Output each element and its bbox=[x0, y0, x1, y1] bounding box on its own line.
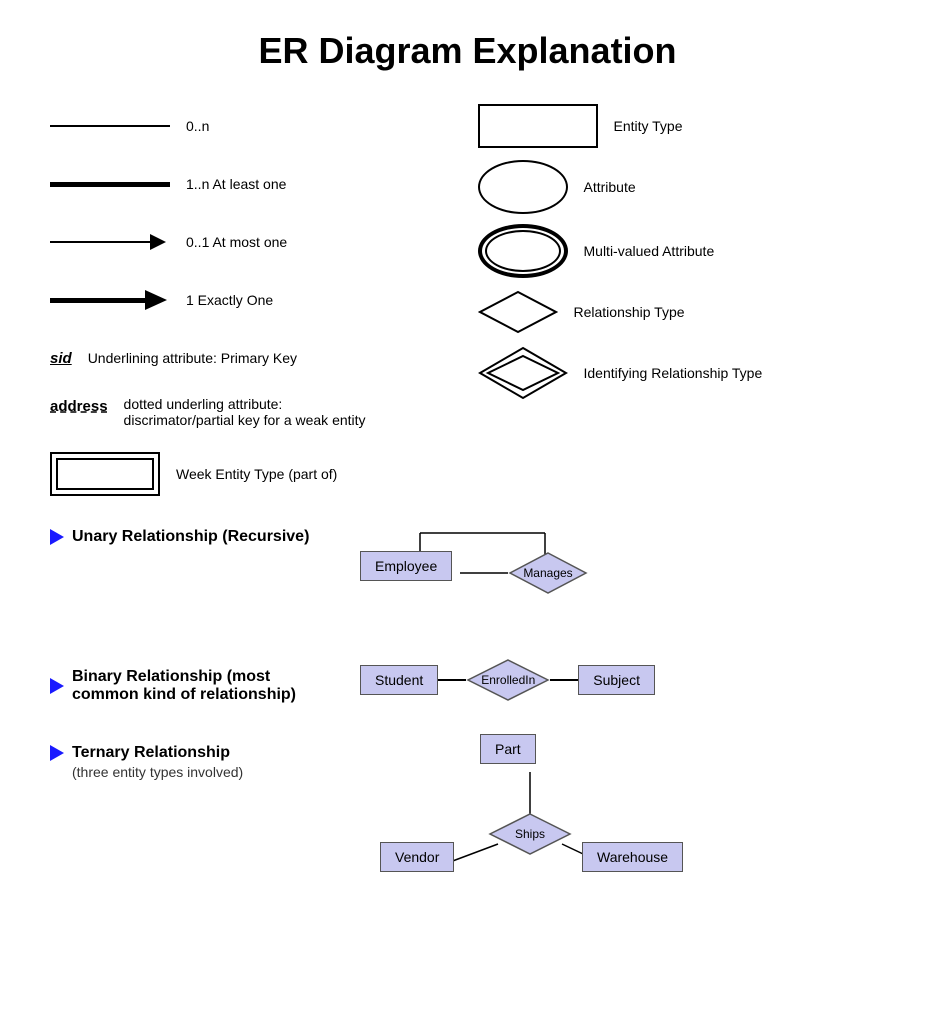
ternary-title: Ternary Relationship bbox=[50, 744, 330, 762]
unary-employee-entity: Employee bbox=[360, 551, 452, 581]
legend-row-weak-entity: Week Entity Type (part of) bbox=[50, 450, 458, 498]
legend-row-one-n: 1..n At least one bbox=[50, 160, 458, 208]
enrolledin-label: EnrolledIn bbox=[481, 673, 535, 687]
attribute-label: Attribute bbox=[584, 179, 636, 195]
unary-title: Unary Relationship (Recursive) bbox=[50, 528, 330, 546]
manages-label: Manages bbox=[523, 566, 572, 580]
entity-type-label: Entity Type bbox=[614, 118, 683, 134]
legend-left: 0..n 1..n At least one 0..1 At most one … bbox=[40, 102, 468, 498]
address-symbol: address bbox=[50, 398, 108, 415]
vendor-node: Vendor bbox=[380, 842, 454, 872]
ternary-ships-diamond: Ships bbox=[488, 812, 572, 861]
ternary-vendor-entity: Vendor bbox=[380, 842, 454, 872]
binary-label: Binary Relationship (most common kind of… bbox=[50, 658, 330, 704]
manages-diamond: Manages bbox=[508, 551, 588, 595]
ternary-warehouse-entity: Warehouse bbox=[582, 842, 683, 872]
ships-diamond: Ships bbox=[488, 812, 572, 856]
address-label-2: discrimator/partial key for a weak entit… bbox=[124, 412, 366, 428]
unary-title-text: Unary Relationship (Recursive) bbox=[72, 528, 309, 546]
sid-symbol: sid bbox=[50, 350, 72, 367]
thin-line-symbol bbox=[50, 125, 170, 127]
student-node: Student bbox=[360, 665, 438, 695]
exactly-one-label: 1 Exactly One bbox=[186, 292, 273, 308]
line-part bbox=[50, 241, 150, 243]
thick-arrow-symbol bbox=[50, 290, 170, 310]
ternary-subtitle: (three entity types involved) bbox=[72, 764, 330, 780]
binary-line-2 bbox=[550, 679, 578, 681]
ternary-diagram: Part Vendor Ships Warehouse bbox=[360, 734, 680, 914]
weak-entity-label: Week Entity Type (part of) bbox=[176, 466, 337, 482]
legend-row-address: address dotted underling attribute: disc… bbox=[50, 392, 458, 440]
weak-entity-symbol bbox=[50, 452, 160, 496]
bullet-triangle-binary-icon bbox=[50, 678, 64, 694]
legend-row-entity-type: Entity Type bbox=[478, 102, 886, 150]
multivalued-symbol bbox=[478, 224, 568, 278]
bullet-triangle-icon bbox=[50, 529, 64, 545]
ships-label: Ships bbox=[515, 827, 545, 841]
arrow-head bbox=[150, 234, 166, 250]
binary-diagram-row: Binary Relationship (most common kind of… bbox=[50, 658, 885, 704]
legend-row-zero-n: 0..n bbox=[50, 102, 458, 150]
legend-row-sid: sid Underlining attribute: Primary Key bbox=[50, 334, 458, 382]
legend-right: Entity Type Attribute Multi-valued Attri… bbox=[468, 102, 896, 498]
identifying-rel-label: Identifying Relationship Type bbox=[584, 365, 763, 381]
unary-label: Unary Relationship (Recursive) bbox=[50, 518, 330, 546]
zero-n-label: 0..n bbox=[186, 118, 209, 134]
legend-section: 0..n 1..n At least one 0..1 At most one … bbox=[40, 102, 895, 498]
ternary-title-text: Ternary Relationship bbox=[72, 744, 230, 762]
legend-row-relationship: Relationship Type bbox=[478, 288, 886, 336]
ternary-label: Ternary Relationship (three entity types… bbox=[50, 734, 330, 780]
warehouse-node: Warehouse bbox=[582, 842, 683, 872]
sid-label: Underlining attribute: Primary Key bbox=[88, 350, 297, 366]
legend-row-zero-one: 0..1 At most one bbox=[50, 218, 458, 266]
legend-row-exactly-one: 1 Exactly One bbox=[50, 276, 458, 324]
address-label-block: dotted underling attribute: discrimator/… bbox=[124, 396, 366, 428]
identifying-rel-symbol bbox=[478, 346, 568, 400]
line-part-thick bbox=[50, 298, 145, 303]
bullet-triangle-ternary-icon bbox=[50, 745, 64, 761]
one-n-label: 1..n At least one bbox=[186, 176, 286, 192]
subject-node: Subject bbox=[578, 665, 655, 695]
arrow-head-thick bbox=[145, 290, 167, 310]
ternary-part-entity: Part bbox=[480, 734, 536, 764]
ternary-diagram-row: Ternary Relationship (three entity types… bbox=[50, 734, 885, 914]
legend-row-identifying-rel: Identifying Relationship Type bbox=[478, 346, 886, 400]
attribute-symbol bbox=[478, 160, 568, 214]
legend-row-attribute: Attribute bbox=[478, 160, 886, 214]
zero-one-label: 0..1 At most one bbox=[186, 234, 287, 250]
thin-arrow-symbol bbox=[50, 234, 170, 250]
enrolledin-diamond: EnrolledIn bbox=[466, 658, 550, 702]
entity-type-symbol bbox=[478, 104, 598, 148]
page-title: ER Diagram Explanation bbox=[40, 20, 895, 72]
unary-manages-diamond: Manages bbox=[508, 551, 588, 600]
unary-diagram-row: Unary Relationship (Recursive) Employee bbox=[50, 518, 885, 628]
multivalued-label: Multi-valued Attribute bbox=[584, 243, 715, 259]
thick-line-symbol bbox=[50, 182, 170, 187]
binary-diagram: Student EnrolledIn Subject bbox=[360, 658, 655, 702]
binary-title: Binary Relationship (most common kind of… bbox=[50, 668, 330, 704]
unary-diagram: Employee Manages bbox=[360, 518, 620, 628]
binary-title-text: Binary Relationship (most common kind of… bbox=[72, 668, 330, 704]
legend-row-multivalued: Multi-valued Attribute bbox=[478, 224, 886, 278]
diagrams-section: Unary Relationship (Recursive) Employee bbox=[40, 518, 895, 914]
relationship-label: Relationship Type bbox=[574, 304, 685, 320]
address-label-1: dotted underling attribute: bbox=[124, 396, 366, 412]
binary-line-1 bbox=[438, 679, 466, 681]
relationship-symbol bbox=[478, 290, 558, 334]
part-node: Part bbox=[480, 734, 536, 764]
employee-node: Employee bbox=[360, 551, 452, 581]
